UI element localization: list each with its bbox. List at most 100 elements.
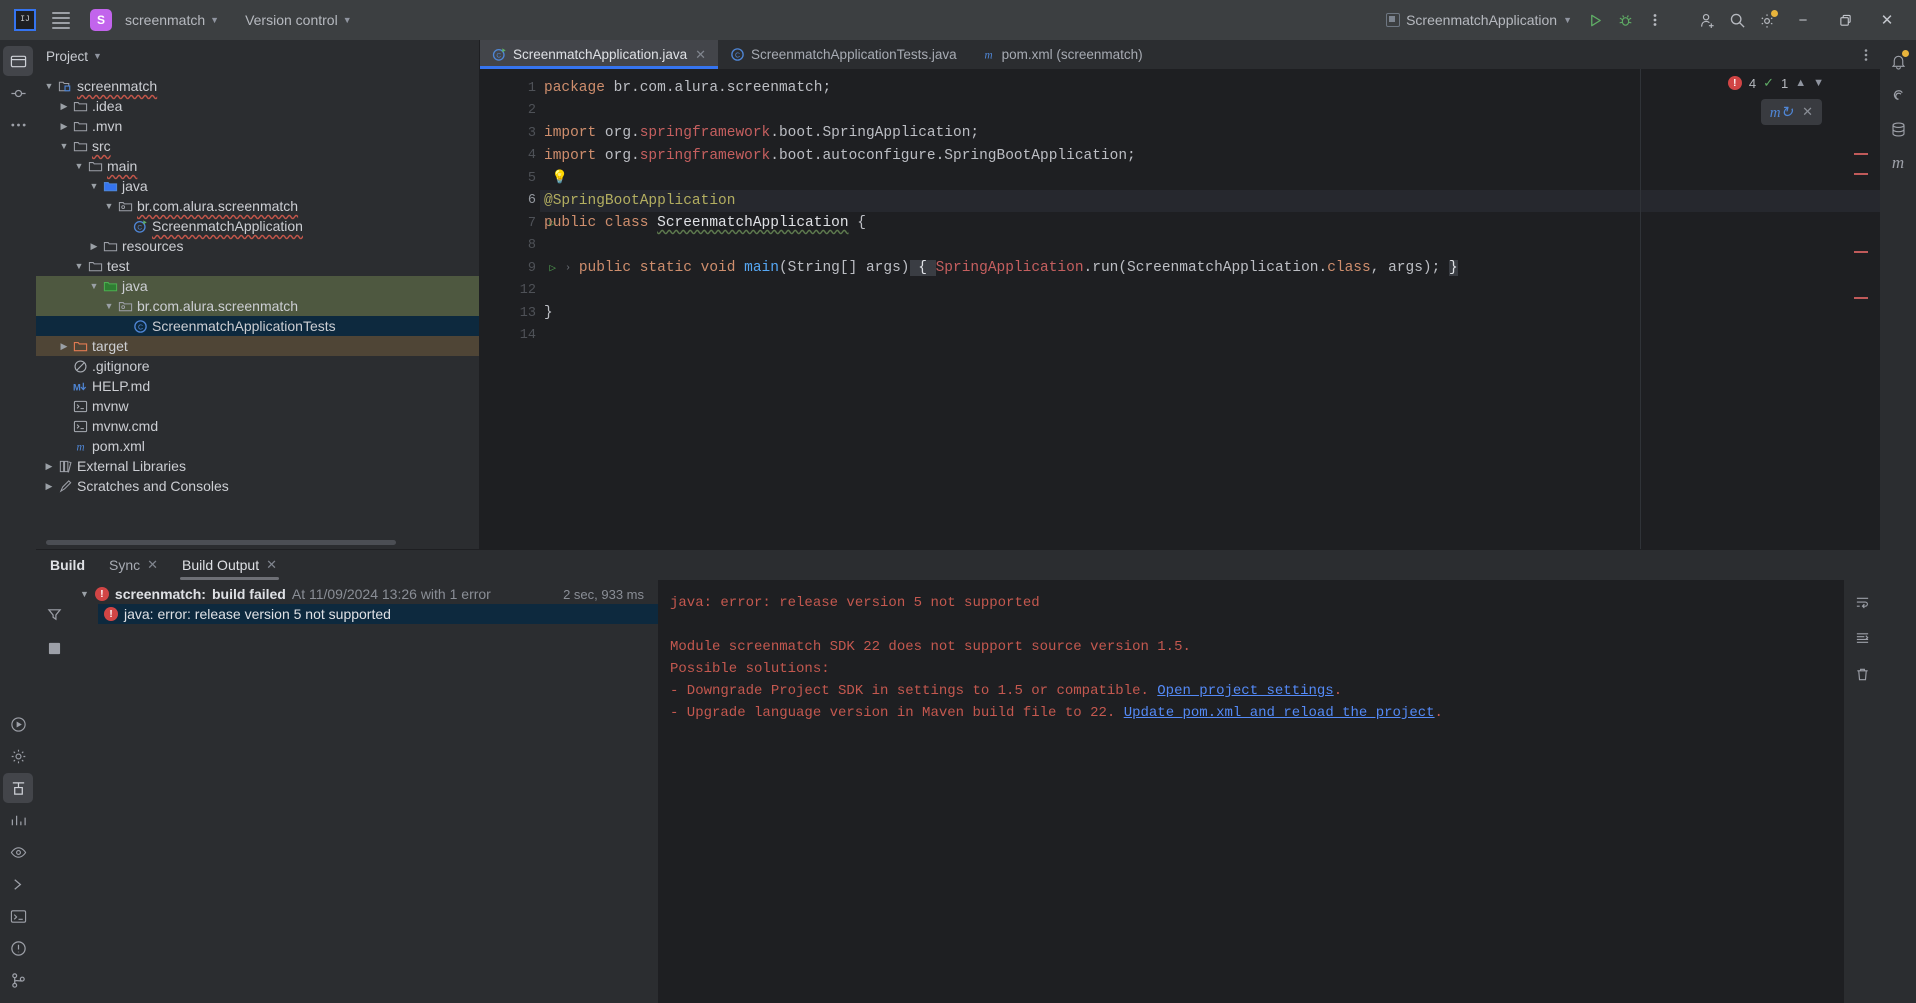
tree-row-src[interactable]: ▼ src xyxy=(36,136,479,156)
run-configuration-selector[interactable]: ScreenmatchApplication ▼ xyxy=(1378,8,1580,32)
tree-row-target[interactable]: ▶ target xyxy=(36,336,479,356)
build-tree[interactable]: ▼ ! screenmatch: build failed At 11/09/2… xyxy=(72,580,658,1003)
chevron-down-icon[interactable]: ▼ xyxy=(72,261,86,271)
tree-row-main[interactable]: ▼ main xyxy=(36,156,479,176)
error-stripe-mark[interactable] xyxy=(1854,251,1868,253)
chevron-down-icon[interactable]: ▼ xyxy=(102,201,116,211)
search-icon[interactable] xyxy=(1722,5,1752,35)
gutter-line-run[interactable]: 7 ▷ xyxy=(480,212,556,235)
project-icon[interactable] xyxy=(3,46,33,76)
run-icon[interactable] xyxy=(1580,5,1610,35)
editor-tab-0[interactable]: C ScreenmatchApplication.java ✕ xyxy=(480,40,719,69)
project-tree[interactable]: ▼ screenmatch ▶ .idea ▶ .mvn ▼ src ▼ main ▼ java ▼ br… xyxy=(36,72,479,549)
tree-row-resources[interactable]: ▶ resources xyxy=(36,236,479,256)
chevron-down-icon[interactable]: ▼ xyxy=(42,81,56,91)
error-stripe-mark[interactable] xyxy=(1854,297,1868,299)
add-user-icon[interactable] xyxy=(1692,5,1722,35)
profiler-icon[interactable] xyxy=(3,805,33,835)
settings-tool-icon[interactable] xyxy=(3,741,33,771)
chevron-down-icon[interactable]: ▼ xyxy=(87,181,101,191)
trash-icon[interactable] xyxy=(1850,662,1874,686)
commit-icon[interactable] xyxy=(3,78,33,108)
hamburger-icon[interactable] xyxy=(46,5,76,35)
close-icon[interactable]: ✕ xyxy=(1802,104,1813,120)
tree-row--idea[interactable]: ▶ .idea xyxy=(36,96,479,116)
git-icon[interactable] xyxy=(3,965,33,995)
tree-row--mvn[interactable]: ▶ .mvn xyxy=(36,116,479,136)
inspection-status-widget[interactable]: ! 4 ✓ 1 ▲ ▼ xyxy=(1727,75,1824,91)
chevron-right-icon[interactable]: ▶ xyxy=(87,241,101,252)
maven-reload-widget[interactable]: m↻ ✕ xyxy=(1760,99,1822,125)
ai-icon[interactable] xyxy=(1883,80,1913,110)
more-vertical-icon[interactable] xyxy=(1640,5,1670,35)
terminal-icon[interactable] xyxy=(3,901,33,931)
chevron-right-icon[interactable]: ▶ xyxy=(57,101,71,112)
filter-icon[interactable] xyxy=(42,602,66,626)
tree-row-external-libraries[interactable]: ▶ External Libraries xyxy=(36,456,479,476)
open-project-settings-link[interactable]: Open project settings xyxy=(1157,683,1333,699)
tree-row-pom-xml[interactable]: m pom.xml xyxy=(36,436,479,456)
chevron-right-icon[interactable]: ▶ xyxy=(42,481,56,492)
preview-icon[interactable] xyxy=(3,837,33,867)
project-panel-header[interactable]: Project ▼ xyxy=(36,40,479,72)
tree-row-br-com-alura-screenmatch[interactable]: ▼ br.com.alura.screenmatch xyxy=(36,296,479,316)
minimize-button[interactable]: − xyxy=(1782,0,1824,40)
more-tools-icon[interactable] xyxy=(3,110,33,140)
run-anything-icon[interactable] xyxy=(3,869,33,899)
chevron-right-icon[interactable]: ▶ xyxy=(42,461,56,472)
database-icon[interactable] xyxy=(1883,114,1913,144)
run-tool-icon[interactable] xyxy=(3,709,33,739)
scroll-end-icon[interactable] xyxy=(1850,626,1874,650)
tree-row-screenmatchapplication[interactable]: C ScreenmatchApplication xyxy=(36,216,479,236)
version-control-menu[interactable]: Version control ▼ xyxy=(237,8,360,32)
tree-row-mvnw[interactable]: mvnw xyxy=(36,396,479,416)
build-tool-icon[interactable] xyxy=(3,773,33,803)
tree-row-java[interactable]: ▼ java xyxy=(36,276,479,296)
chevron-down-icon[interactable]: ▼ xyxy=(80,589,89,599)
error-stripe-mark[interactable] xyxy=(1854,153,1868,155)
chevron-down-icon[interactable]: ▼ xyxy=(72,161,86,171)
tree-row-java[interactable]: ▼ java xyxy=(36,176,479,196)
tree-row-screenmatchapplicationtests[interactable]: C ScreenmatchApplicationTests xyxy=(36,316,479,336)
horizontal-scrollbar[interactable] xyxy=(46,540,396,545)
tree-row-scratches-and-consoles[interactable]: ▶ Scratches and Consoles xyxy=(36,476,479,496)
maven-icon[interactable]: m xyxy=(1883,148,1913,178)
wrap-text-icon[interactable] xyxy=(1850,590,1874,614)
chevron-down-icon[interactable]: ▼ xyxy=(87,281,101,291)
code-content[interactable]: package br.com.alura.screenmatch; import… xyxy=(540,69,1880,549)
project-selector[interactable]: S screenmatch ▼ xyxy=(90,5,227,35)
chevron-down-icon[interactable]: ▼ xyxy=(1813,77,1824,89)
editor-tab-1[interactable]: C ScreenmatchApplicationTests.java xyxy=(718,40,969,69)
problems-icon[interactable] xyxy=(3,933,33,963)
chevron-right-icon[interactable]: ▶ xyxy=(57,341,71,352)
notifications-icon[interactable] xyxy=(1883,46,1913,76)
editor-gutter[interactable]: 1 2 3 4 5 6 7 ▷ 8 9 ▷ › 12 13 14 xyxy=(480,69,571,549)
tree-row--gitignore[interactable]: .gitignore xyxy=(36,356,479,376)
chevron-right-icon[interactable]: ▶ xyxy=(57,121,71,132)
chevron-up-icon[interactable]: ▲ xyxy=(1795,77,1806,89)
editor-tab-2[interactable]: m pom.xml (screenmatch) xyxy=(969,40,1155,69)
intention-bulb-icon[interactable]: 💡 xyxy=(544,170,568,185)
tree-row-br-com-alura-screenmatch[interactable]: ▼ br.com.alura.screenmatch xyxy=(36,196,479,216)
tab-sync[interactable]: Sync ✕ xyxy=(97,550,170,580)
editor-tabs-more-icon[interactable] xyxy=(1852,40,1880,69)
gutter-line-run[interactable]: 9 ▷ › xyxy=(480,257,571,280)
close-icon[interactable]: ✕ xyxy=(266,557,277,573)
tree-row-help-md[interactable]: M HELP.md xyxy=(36,376,479,396)
close-icon[interactable]: ✕ xyxy=(147,557,158,573)
settings-icon[interactable] xyxy=(42,636,66,660)
close-icon[interactable]: ✕ xyxy=(695,47,706,63)
chevron-down-icon[interactable]: ▼ xyxy=(102,301,116,311)
update-pom-link[interactable]: Update pom.xml and reload the project xyxy=(1124,705,1435,721)
maven-reload-icon[interactable]: m↻ xyxy=(1770,103,1793,122)
error-stripe-mark[interactable] xyxy=(1854,173,1868,175)
build-tree-row-error[interactable]: ! java: error: release version 5 not sup… xyxy=(98,604,658,624)
tree-row-screenmatch[interactable]: ▼ screenmatch xyxy=(36,76,479,96)
tab-build-output[interactable]: Build Output ✕ xyxy=(170,550,289,580)
debug-icon[interactable] xyxy=(1610,5,1640,35)
maximize-button[interactable] xyxy=(1824,0,1866,40)
gear-icon[interactable] xyxy=(1752,5,1782,35)
chevron-down-icon[interactable]: ▼ xyxy=(57,141,71,151)
tree-row-mvnw-cmd[interactable]: mvnw.cmd xyxy=(36,416,479,436)
build-tree-row-root[interactable]: ▼ ! screenmatch: build failed At 11/09/2… xyxy=(72,584,658,604)
